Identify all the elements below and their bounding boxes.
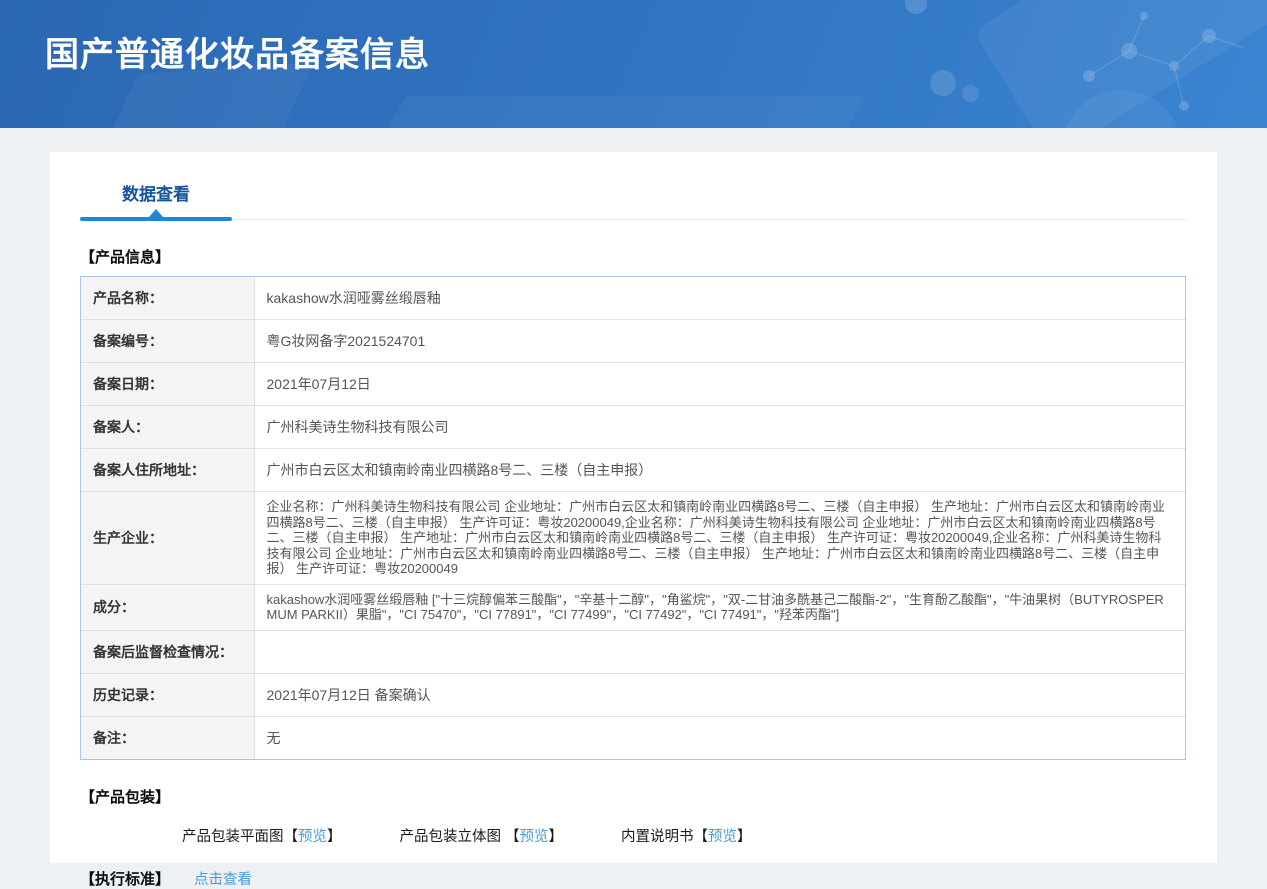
row-label: 成分： <box>81 584 254 630</box>
content-card: 数据查看 【产品信息】 产品名称： kakashow水润哑雾丝缎唇釉 备案编号：… <box>50 152 1217 863</box>
bracket-close: 】 <box>327 829 342 845</box>
bracket-open: 【 <box>505 829 520 845</box>
header-decor-dot <box>930 70 956 96</box>
row-value: 2021年07月12日 备案确认 <box>254 673 1185 716</box>
row-value: kakashow水润哑雾丝缎唇釉 <box>254 277 1185 320</box>
packaging-item-label: 产品包装平面图 <box>182 829 284 845</box>
product-info-table: 产品名称： kakashow水润哑雾丝缎唇釉 备案编号： 粤G妆网备字20215… <box>80 276 1186 760</box>
table-row: 备案日期： 2021年07月12日 <box>81 363 1185 406</box>
tab-active-underline <box>80 217 232 221</box>
packaging-item-flat: 产品包装平面图【预览】 <box>182 825 342 846</box>
preview-link-3d[interactable]: 预览 <box>520 829 549 845</box>
packaging-item-label: 产品包装立体图 <box>400 829 506 845</box>
preview-link-manual[interactable]: 预览 <box>708 829 737 845</box>
header-decor-band <box>354 96 866 128</box>
page-header: 国产普通化妆品备案信息 <box>0 0 1267 128</box>
bracket-open: 【 <box>284 829 299 845</box>
row-value: 广州市白云区太和镇南岭南业四横路8号二、三楼（自主申报） <box>254 449 1185 492</box>
table-row: 产品名称： kakashow水润哑雾丝缎唇釉 <box>81 277 1185 320</box>
bracket-close: 】 <box>549 829 564 845</box>
table-row: 备案后监督检查情况： <box>81 630 1185 673</box>
table-row: 生产企业： 企业名称：广州科美诗生物科技有限公司 企业地址：广州市白云区太和镇南… <box>81 492 1185 585</box>
bracket-open: 【 <box>694 829 709 845</box>
header-decor-band <box>973 0 1267 128</box>
table-row: 备案人： 广州科美诗生物科技有限公司 <box>81 406 1185 449</box>
standard-view-link[interactable]: 点击查看 <box>194 868 252 889</box>
page-title: 国产普通化妆品备案信息 <box>45 27 430 76</box>
tab-active-arrow-icon <box>149 209 163 217</box>
packaging-item-manual: 内置说明书【预览】 <box>621 825 752 846</box>
row-label: 备案人住所地址： <box>81 449 254 492</box>
row-value: 无 <box>254 716 1185 759</box>
standard-section-title: 【执行标准】 <box>80 868 170 889</box>
table-row: 备案编号： 粤G妆网备字2021524701 <box>81 320 1185 363</box>
table-row: 备注： 无 <box>81 716 1185 759</box>
row-label: 历史记录： <box>81 673 254 716</box>
table-row: 历史记录： 2021年07月12日 备案确认 <box>81 673 1185 716</box>
tab-data-view[interactable]: 数据查看 <box>80 180 232 220</box>
row-label: 产品名称： <box>81 277 254 320</box>
table-row: 成分： kakashow水润哑雾丝缎唇釉 ["十三烷醇偏苯三酸酯"，"辛基十二醇… <box>81 584 1185 630</box>
preview-link-flat[interactable]: 预览 <box>298 829 327 845</box>
row-label: 备案后监督检查情况： <box>81 630 254 673</box>
packaging-section: 【产品包装】 产品包装平面图【预览】 产品包装立体图 【预览】 内置说明书【预览… <box>80 786 1187 846</box>
row-value <box>254 630 1185 673</box>
table-row: 备案人住所地址： 广州市白云区太和镇南岭南业四横路8号二、三楼（自主申报） <box>81 449 1185 492</box>
product-info-section-title: 【产品信息】 <box>80 246 1187 267</box>
row-label: 备案编号： <box>81 320 254 363</box>
header-decor-dot <box>905 0 927 14</box>
row-value: 粤G妆网备字2021524701 <box>254 320 1185 363</box>
row-label: 备案人： <box>81 406 254 449</box>
packaging-item-label: 内置说明书 <box>621 829 694 845</box>
row-value: 广州科美诗生物科技有限公司 <box>254 406 1185 449</box>
row-value: 企业名称：广州科美诗生物科技有限公司 企业地址：广州市白云区太和镇南岭南业四横路… <box>254 492 1185 585</box>
molecule-decor-icon <box>1059 6 1249 121</box>
row-value: 2021年07月12日 <box>254 363 1185 406</box>
product-info-section: 【产品信息】 产品名称： kakashow水润哑雾丝缎唇釉 备案编号： 粤G妆网… <box>80 246 1187 760</box>
row-label: 备案日期： <box>81 363 254 406</box>
header-decor-dot <box>962 85 979 102</box>
packaging-item-3d: 产品包装立体图 【预览】 <box>400 825 564 846</box>
packaging-section-title: 【产品包装】 <box>80 786 1187 807</box>
header-decor-circle <box>1062 90 1182 128</box>
row-value: kakashow水润哑雾丝缎唇釉 ["十三烷醇偏苯三酸酯"，"辛基十二醇"，"角… <box>254 584 1185 630</box>
tab-data-view-label: 数据查看 <box>122 185 190 204</box>
packaging-items: 产品包装平面图【预览】 产品包装立体图 【预览】 内置说明书【预览】 <box>80 825 1187 846</box>
row-label: 生产企业： <box>81 492 254 585</box>
standard-section: 【执行标准】 点击查看 <box>80 868 1187 889</box>
row-label: 备注： <box>81 716 254 759</box>
tab-bar: 数据查看 <box>80 180 1187 220</box>
bracket-close: 】 <box>737 829 752 845</box>
